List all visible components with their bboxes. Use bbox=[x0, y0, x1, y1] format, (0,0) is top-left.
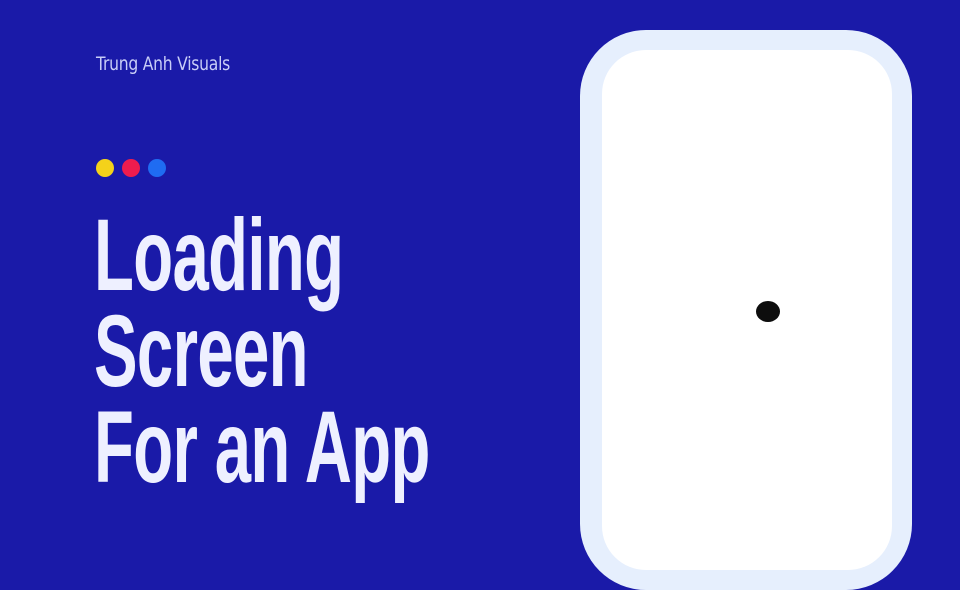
brand-name: Trung Anh Visuals bbox=[96, 53, 231, 75]
title-line-2: Screen bbox=[94, 294, 309, 408]
title-line-3: For an App bbox=[94, 390, 430, 504]
yellow-dot-icon bbox=[96, 159, 114, 177]
title-line-1: Loading bbox=[94, 198, 344, 312]
phone-screen bbox=[602, 50, 892, 570]
loading-dot-icon bbox=[756, 301, 780, 322]
phone-mockup bbox=[580, 30, 912, 590]
blue-dot-icon bbox=[148, 159, 166, 177]
red-dot-icon bbox=[122, 159, 140, 177]
page-title: Loading Screen For an App bbox=[94, 198, 430, 504]
